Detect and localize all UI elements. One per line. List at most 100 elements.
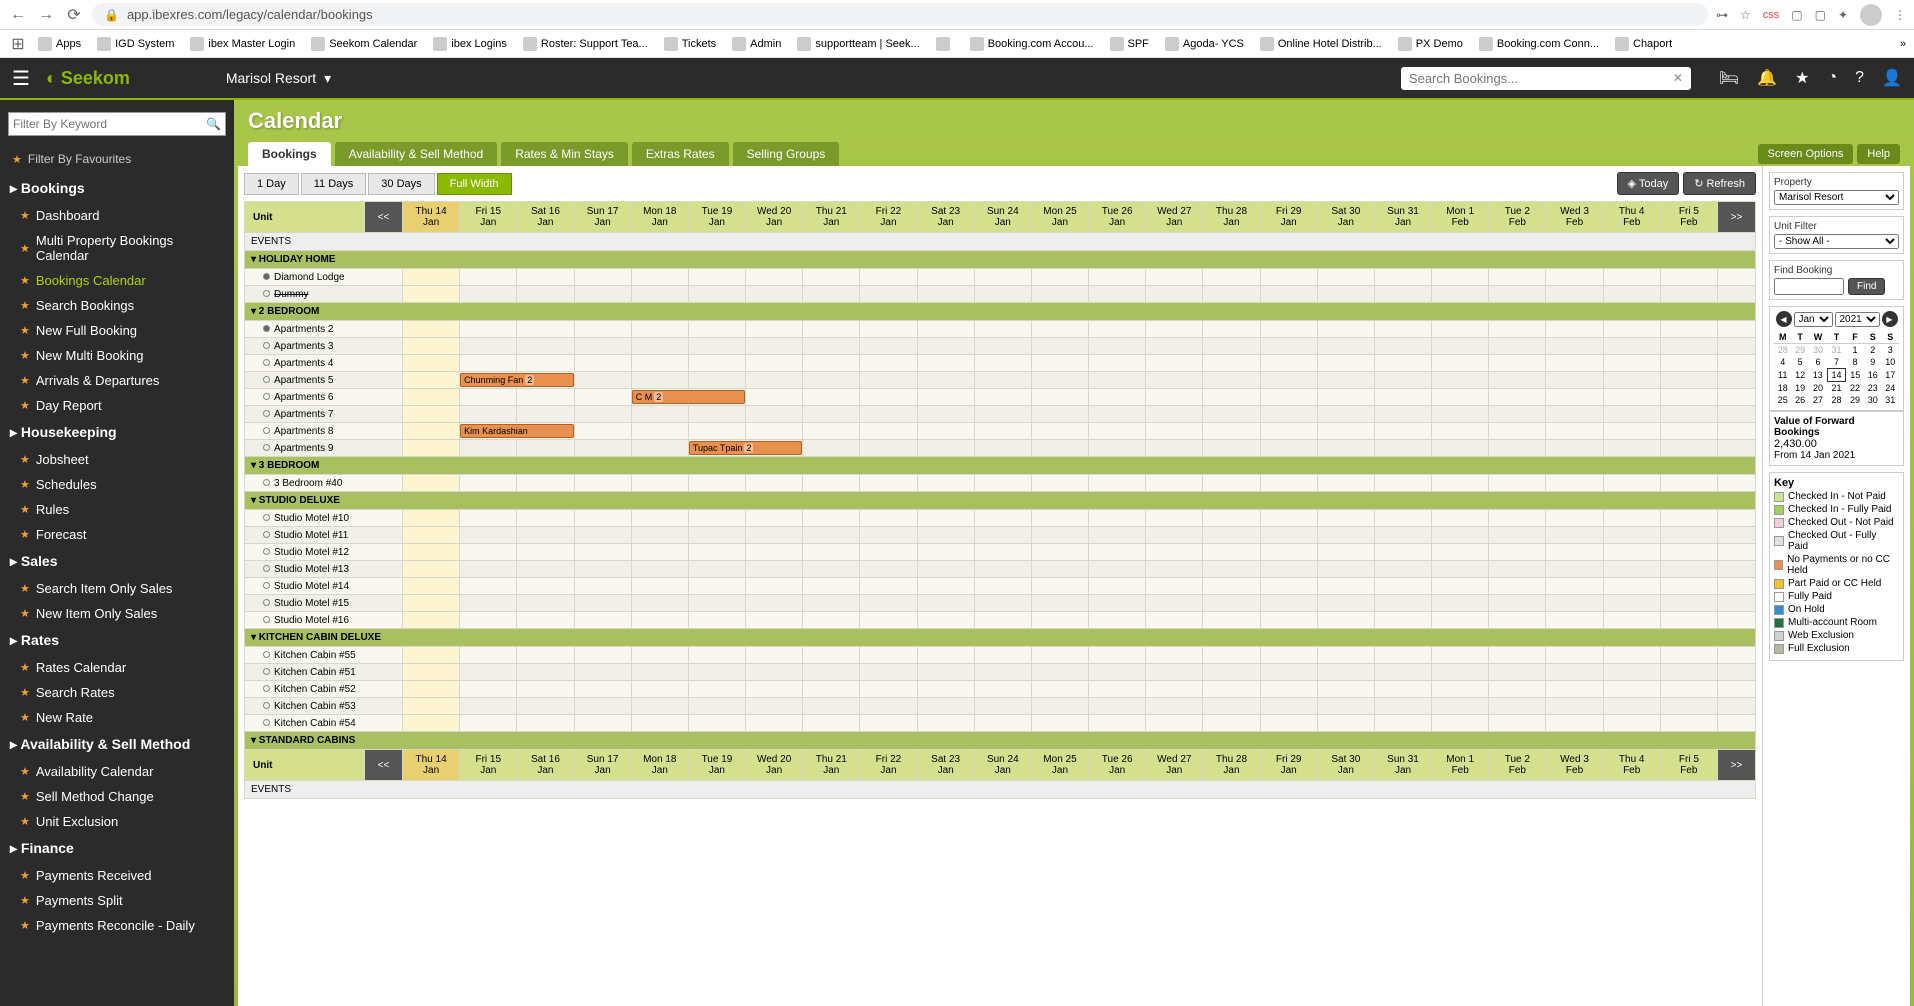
calendar-cell[interactable] (1374, 578, 1431, 595)
unit-name[interactable]: Apartments 4 (245, 355, 403, 372)
calendar-cell[interactable] (1146, 578, 1203, 595)
calendar-cell[interactable] (1489, 561, 1546, 578)
calendar-cell[interactable] (688, 338, 745, 355)
calendar-cell[interactable] (1317, 286, 1374, 303)
calendar-cell[interactable] (517, 681, 574, 698)
calendar-cell[interactable] (1203, 321, 1260, 338)
calendar-cell[interactable] (1203, 406, 1260, 423)
search-input[interactable] (1409, 71, 1673, 86)
nav-section[interactable]: ▸ Availability & Sell Method (0, 730, 234, 759)
calendar-cell[interactable] (1660, 269, 1717, 286)
calendar-cell[interactable] (1432, 612, 1489, 629)
calendar-cell[interactable] (1546, 338, 1603, 355)
calendar-cell[interactable] (1146, 544, 1203, 561)
calendar-cell[interactable] (574, 647, 631, 664)
calendar-cell[interactable] (917, 406, 974, 423)
calendar-cell[interactable] (1374, 561, 1431, 578)
nav-item[interactable]: ★Search Item Only Sales (0, 576, 234, 601)
calendar-cell[interactable] (460, 681, 517, 698)
date-header[interactable]: Tue 2Feb (1489, 202, 1546, 233)
logo[interactable]: ◐ Seekom (46, 68, 130, 89)
calendar-cell[interactable] (1432, 389, 1489, 406)
calendar-cell[interactable] (1031, 510, 1088, 527)
calendar-cell[interactable] (1089, 475, 1146, 492)
calendar-cell[interactable] (1660, 338, 1717, 355)
bookmark-item[interactable]: supportteam | Seek... (791, 35, 925, 53)
date-header[interactable]: Sat 16Jan (517, 750, 574, 781)
date-header[interactable]: Tue 19Jan (688, 750, 745, 781)
calendar-cell[interactable] (746, 269, 803, 286)
category-row[interactable]: ▾ 3 BEDROOM (245, 457, 1756, 475)
calendar-cell[interactable] (1203, 423, 1260, 440)
calendar-cell[interactable] (1203, 269, 1260, 286)
cal-prev-icon[interactable]: ◀ (1776, 311, 1792, 327)
calendar-cell[interactable] (460, 389, 517, 406)
calendar-cell[interactable] (860, 681, 917, 698)
calendar-cell[interactable] (688, 527, 745, 544)
date-header[interactable]: Wed 20Jan (746, 202, 803, 233)
calendar-cell[interactable] (1031, 527, 1088, 544)
calendar-cell[interactable] (517, 338, 574, 355)
calendar-cell[interactable] (688, 612, 745, 629)
calendar-cell[interactable] (1546, 286, 1603, 303)
find-input[interactable] (1774, 278, 1844, 295)
calendar-cell[interactable] (1089, 269, 1146, 286)
calendar-cell[interactable] (1146, 612, 1203, 629)
calendar-cell[interactable] (631, 612, 688, 629)
calendar-cell[interactable] (1203, 664, 1260, 681)
calendar-cell[interactable] (1660, 681, 1717, 698)
date-header[interactable]: Sun 24Jan (974, 750, 1031, 781)
calendar-cell[interactable] (1432, 269, 1489, 286)
cal-next-icon[interactable]: ▶ (1882, 311, 1898, 327)
mini-date[interactable]: 16 (1864, 369, 1881, 382)
calendar-cell[interactable] (1489, 475, 1546, 492)
calendar-cell[interactable] (1603, 664, 1660, 681)
calendar-cell[interactable] (803, 321, 860, 338)
calendar-cell[interactable] (1718, 612, 1756, 629)
calendar-cell[interactable] (460, 475, 517, 492)
bookmark-item[interactable]: Chaport (1609, 35, 1678, 53)
calendar-cell[interactable] (1260, 595, 1317, 612)
bookmark-item[interactable]: Booking.com Accou... (964, 35, 1100, 53)
calendar-cell[interactable] (1031, 612, 1088, 629)
calendar-cell[interactable] (1317, 561, 1374, 578)
calendar-cell[interactable] (1660, 440, 1717, 457)
calendar-cell[interactable] (1317, 475, 1374, 492)
calendar-cell[interactable] (688, 269, 745, 286)
calendar-cell[interactable] (574, 286, 631, 303)
calendar-cell[interactable] (746, 286, 803, 303)
refresh-button[interactable]: ↻ Refresh (1683, 172, 1756, 195)
calendar-cell[interactable] (1374, 544, 1431, 561)
bookmark-item[interactable]: Tickets (658, 35, 722, 53)
calendar-cell[interactable] (517, 698, 574, 715)
calendar-cell[interactable] (1432, 698, 1489, 715)
calendar-cell[interactable] (1374, 440, 1431, 457)
mini-date[interactable]: 4 (1774, 356, 1791, 369)
calendar-cell[interactable] (1146, 698, 1203, 715)
calendar-cell[interactable] (1603, 355, 1660, 372)
calendar-cell[interactable] (688, 372, 745, 389)
calendar-cell[interactable] (1203, 338, 1260, 355)
calendar-cell[interactable] (1660, 664, 1717, 681)
calendar-cell[interactable] (1203, 612, 1260, 629)
calendar-cell[interactable] (688, 423, 745, 440)
forward-icon[interactable]: → (36, 5, 56, 25)
calendar-cell[interactable] (517, 475, 574, 492)
unit-name[interactable]: Diamond Lodge (245, 269, 403, 286)
calendar-cell[interactable] (1603, 321, 1660, 338)
calendar-cell[interactable] (1374, 612, 1431, 629)
calendar-cell[interactable] (746, 698, 803, 715)
calendar-cell[interactable] (1317, 681, 1374, 698)
calendar-cell[interactable] (574, 355, 631, 372)
calendar-cell[interactable] (1603, 698, 1660, 715)
calendar-cell[interactable] (1718, 595, 1756, 612)
mini-date[interactable]: 7 (1827, 356, 1846, 369)
unit-name[interactable]: Apartments 8 (245, 423, 403, 440)
date-header[interactable]: Fri 5Feb (1660, 202, 1717, 233)
calendar-cell[interactable] (574, 715, 631, 732)
bookmark-item[interactable]: IGD System (91, 35, 180, 53)
calendar-cell[interactable] (1718, 544, 1756, 561)
calendar-cell[interactable] (1660, 475, 1717, 492)
bookmark-item[interactable] (930, 35, 960, 53)
url-input[interactable] (127, 7, 1696, 22)
